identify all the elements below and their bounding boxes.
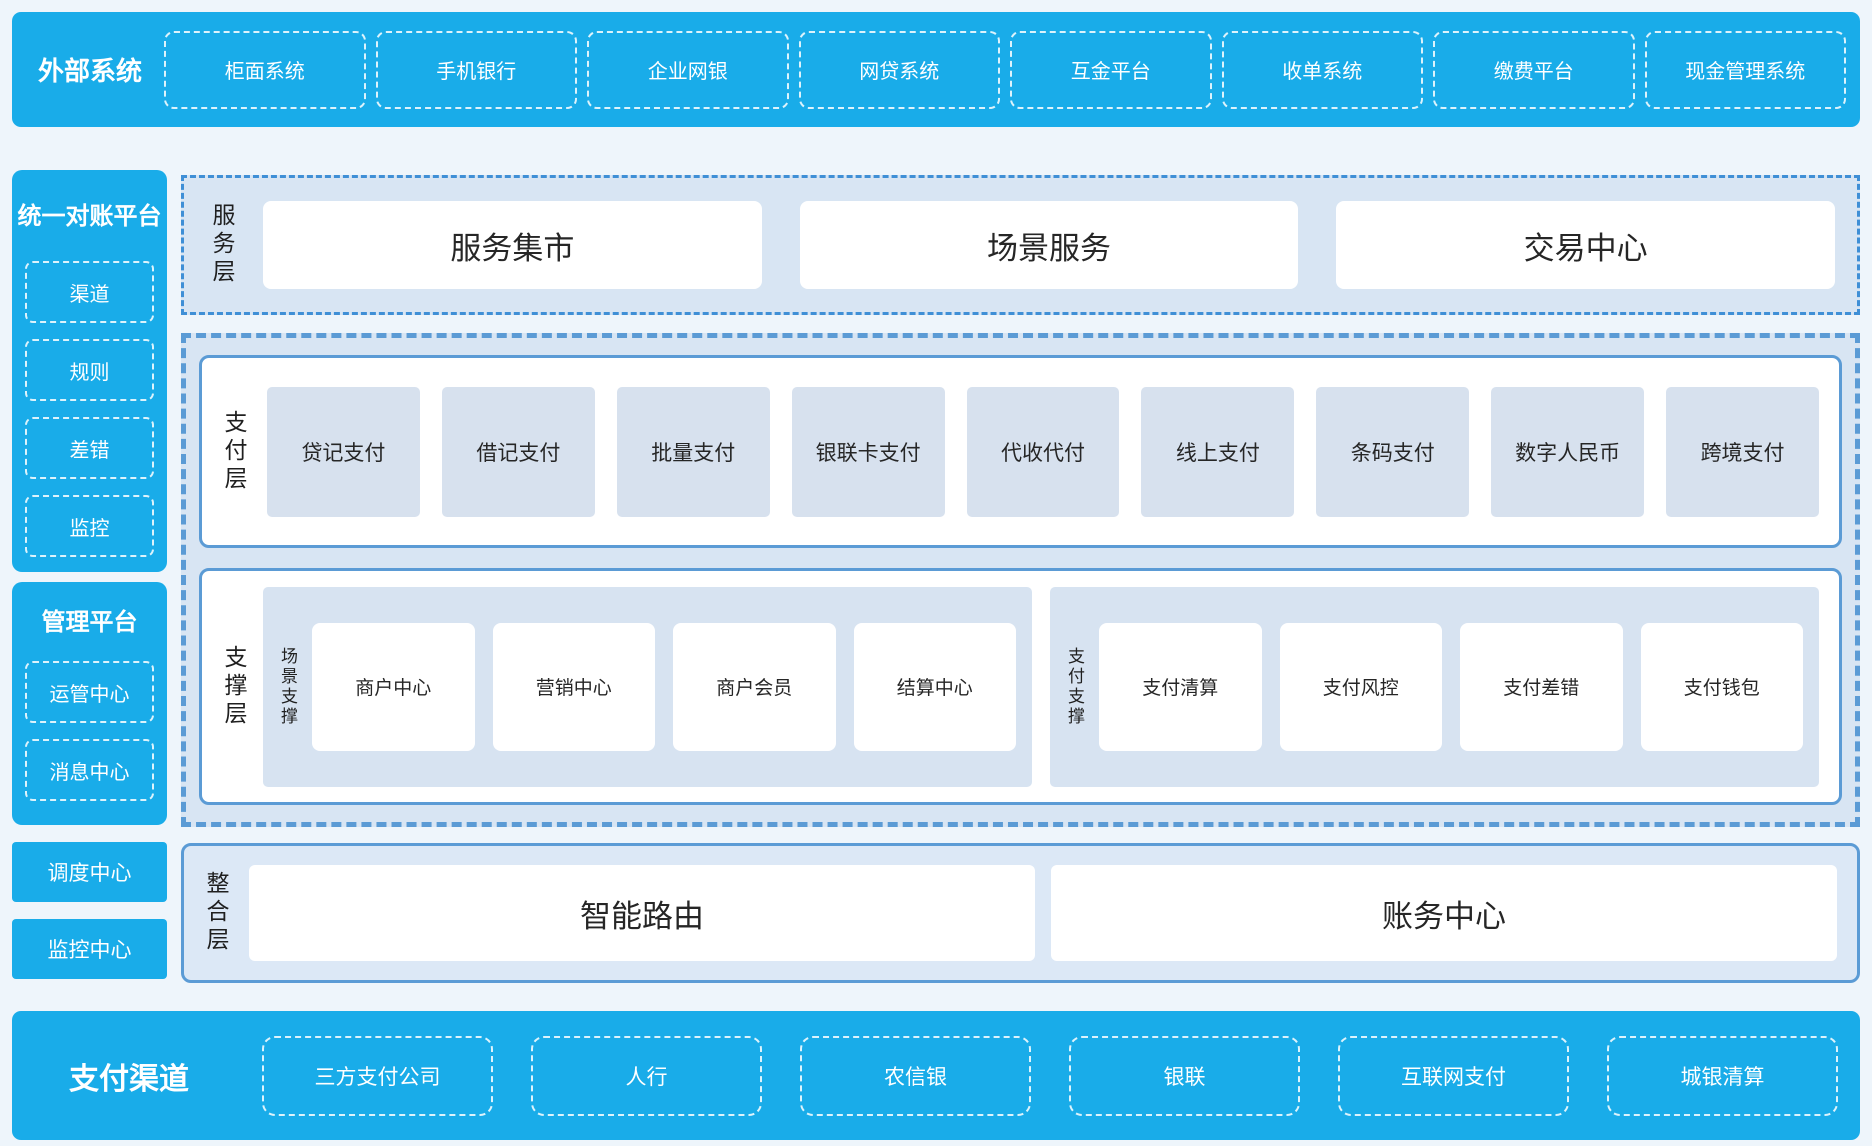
node-payment-risk-control: 支付风控 (1280, 623, 1443, 751)
node-unionpay: 银联 (1069, 1036, 1300, 1116)
payment-channels-bar: 支付渠道 三方支付公司 人行 农信银 银联 互联网支付 城银清算 (12, 1011, 1860, 1140)
payment-layer-box: 支付层 贷记支付 借记支付 批量支付 银联卡支付 代收代付 线上支付 条码支付 … (199, 355, 1842, 548)
architecture-diagram: 外部系统 柜面系统 手机银行 企业网银 网贷系统 互金平台 收单系统 缴费平台 … (0, 0, 1872, 1146)
external-systems-title: 外部系统 (26, 51, 154, 88)
node-monitor-center: 监控中心 (12, 919, 167, 979)
node-internet-payment: 互联网支付 (1338, 1036, 1569, 1116)
reconciliation-platform-title: 统一对账平台 (12, 170, 167, 231)
service-layer-band: 服务层 服务集市 场景服务 交易中心 (181, 175, 1860, 315)
node-message-center: 消息中心 (25, 739, 154, 801)
node-accounting-center: 账务中心 (1051, 865, 1837, 961)
node-merchant-center: 商户中心 (312, 623, 475, 751)
integration-layer-label: 整合层 (204, 871, 227, 955)
scenario-support-group: 场景支撑 商户中心 营销中心 商户会员 结算中心 (263, 587, 1032, 787)
node-smart-routing: 智能路由 (249, 865, 1035, 961)
node-batch-payment: 批量支付 (617, 387, 770, 517)
node-debit-payment: 借记支付 (442, 387, 595, 517)
node-pboc: 人行 (531, 1036, 762, 1116)
integration-layer-box: 整合层 智能路由 账务中心 (181, 843, 1860, 983)
node-rural-credit-bank: 农信银 (800, 1036, 1031, 1116)
node-marketing-center: 营销中心 (493, 623, 656, 751)
node-third-party-payment-company: 三方支付公司 (262, 1036, 493, 1116)
node-payment-wallet: 支付钱包 (1641, 623, 1804, 751)
reconciliation-platform-block: 统一对账平台 渠道 规则 差错 监控 (12, 170, 167, 572)
reconciliation-items: 渠道 规则 差错 监控 (12, 231, 167, 557)
node-settlement-center: 结算中心 (854, 623, 1017, 751)
payment-channels-title: 支付渠道 (34, 1054, 224, 1098)
payment-support-group: 支付支撑 支付清算 支付风控 支付差错 支付钱包 (1050, 587, 1819, 787)
node-channel: 渠道 (25, 261, 154, 323)
node-operation-center: 运管中心 (25, 661, 154, 723)
node-credit-payment: 贷记支付 (267, 387, 420, 517)
payment-layer-label: 支付层 (222, 410, 245, 494)
node-dispatch-center: 调度中心 (12, 842, 167, 902)
management-items: 运管中心 消息中心 (12, 637, 167, 801)
node-merchant-member: 商户会员 (673, 623, 836, 751)
management-platform-block: 管理平台 运管中心 消息中心 (12, 582, 167, 825)
scenario-support-label: 场景支撑 (279, 647, 296, 727)
node-barcode-payment: 条码支付 (1316, 387, 1469, 517)
node-cross-border-payment: 跨境支付 (1666, 387, 1819, 517)
service-layer-label: 服务层 (210, 203, 233, 287)
node-city-bank-clearing: 城银清算 (1607, 1036, 1838, 1116)
node-digital-rmb: 数字人民币 (1491, 387, 1644, 517)
node-payment-clearing: 支付清算 (1099, 623, 1262, 751)
node-monitoring: 监控 (25, 495, 154, 557)
node-collection-payment: 代收代付 (967, 387, 1120, 517)
node-scenario-service: 场景服务 (800, 201, 1299, 289)
node-payment-discrepancy: 支付差错 (1460, 623, 1623, 751)
node-discrepancy: 差错 (25, 417, 154, 479)
main-column: 服务层 服务集市 场景服务 交易中心 支付层 贷记支付 借记支付 批量支付 银联… (181, 0, 1860, 1146)
payment-support-container: 支付层 贷记支付 借记支付 批量支付 银联卡支付 代收代付 线上支付 条码支付 … (181, 333, 1860, 827)
support-layer-label: 支撑层 (222, 645, 245, 729)
node-rules: 规则 (25, 339, 154, 401)
node-unionpay-card-payment: 银联卡支付 (792, 387, 945, 517)
node-transaction-center: 交易中心 (1336, 201, 1835, 289)
node-online-payment: 线上支付 (1141, 387, 1294, 517)
node-service-market: 服务集市 (263, 201, 762, 289)
management-platform-title: 管理平台 (12, 582, 167, 637)
payment-support-label: 支付支撑 (1066, 647, 1083, 727)
support-layer-box: 支撑层 场景支撑 商户中心 营销中心 商户会员 结算中心 支付支撑 支付清算 支… (199, 568, 1842, 805)
